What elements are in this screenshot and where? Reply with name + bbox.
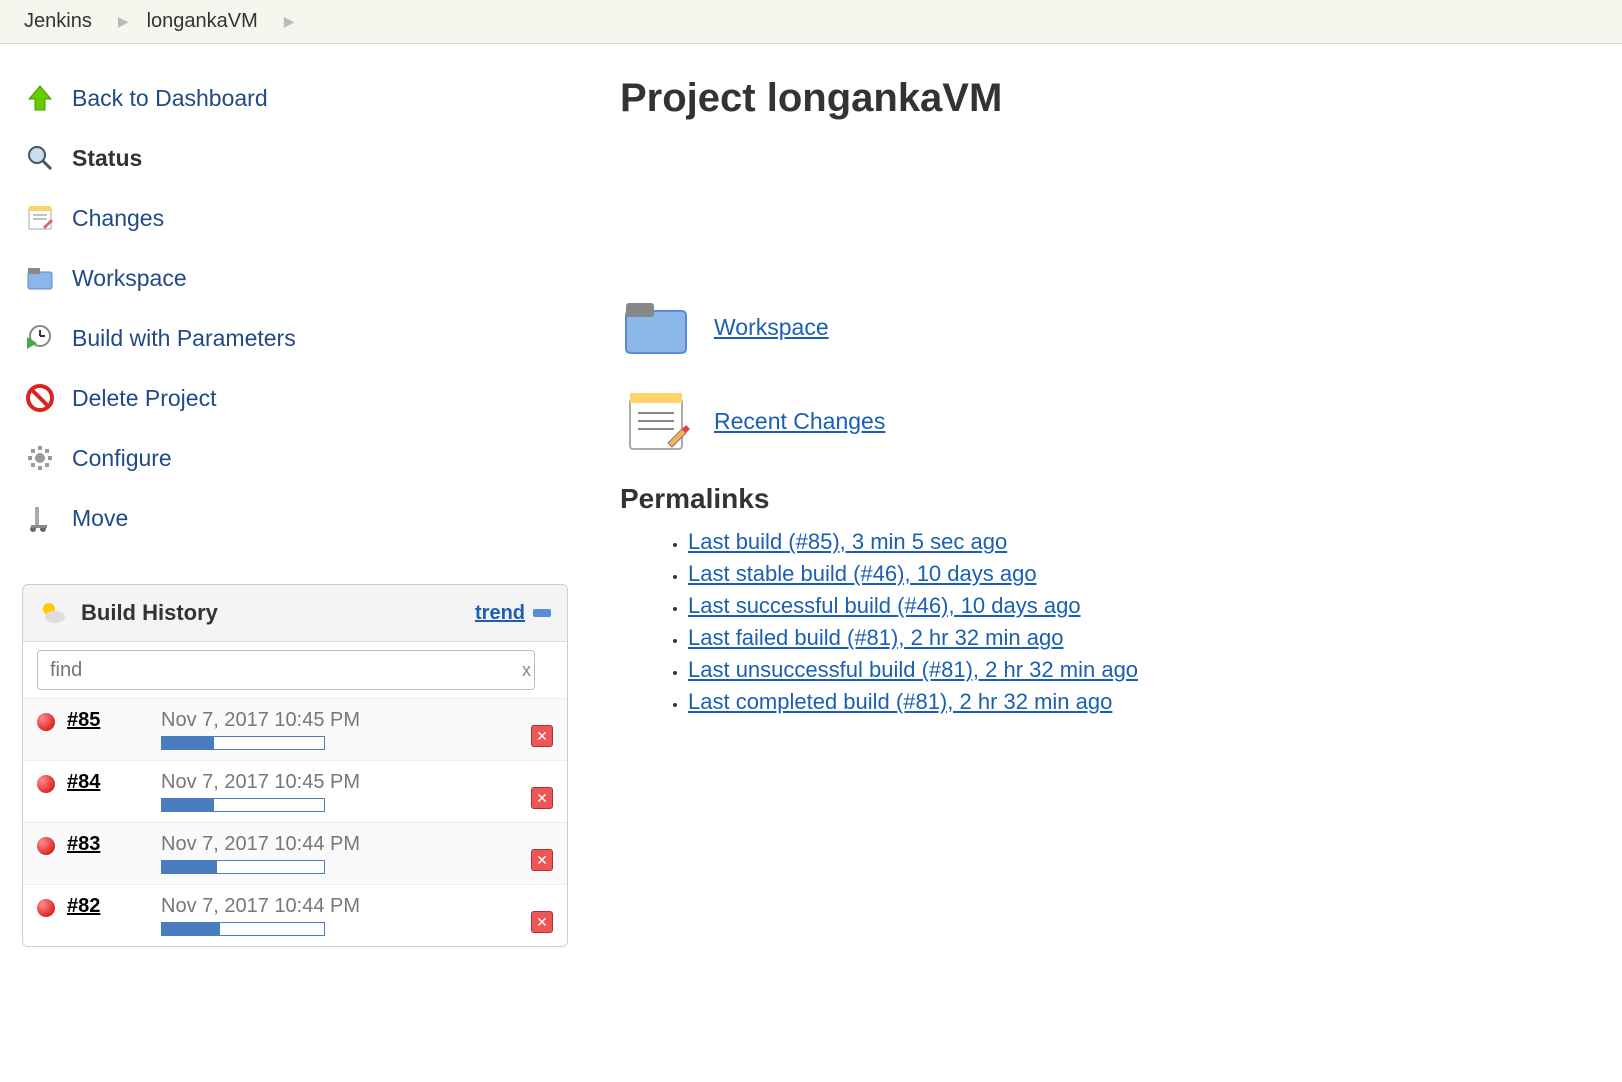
up-arrow-icon xyxy=(22,80,58,116)
build-progress-bar xyxy=(161,860,325,874)
sidebar-item-label[interactable]: Status xyxy=(72,145,142,172)
permalink-link[interactable]: Last completed build (#81), 2 hr 32 min … xyxy=(688,689,1112,714)
status-ball-red-icon xyxy=(37,899,55,917)
magnifier-icon xyxy=(22,140,58,176)
build-timestamp: Nov 7, 2017 10:44 PM xyxy=(161,895,531,918)
build-row: #85 Nov 7, 2017 10:45 PM✕ xyxy=(23,698,567,760)
build-row: #83 Nov 7, 2017 10:44 PM✕ xyxy=(23,822,567,884)
build-number-link[interactable]: #82 xyxy=(67,895,100,917)
cancel-build-button[interactable]: ✕ xyxy=(531,787,553,809)
sidebar-item-label[interactable]: Build with Parameters xyxy=(72,325,296,352)
sidebar-item-back-to-dashboard[interactable]: Back to Dashboard xyxy=(22,68,580,128)
sidebar-item-label[interactable]: Move xyxy=(72,505,128,532)
build-number-link[interactable]: #83 xyxy=(67,833,100,855)
permalink-item: Last unsuccessful build (#81), 2 hr 32 m… xyxy=(688,657,1602,683)
permalink-item: Last build (#85), 3 min 5 sec ago xyxy=(688,529,1602,555)
build-row: #84 Nov 7, 2017 10:45 PM✕ xyxy=(23,760,567,822)
sidebar-item-configure[interactable]: Configure xyxy=(22,428,580,488)
build-row: #82 Nov 7, 2017 10:44 PM✕ xyxy=(23,884,567,946)
sidebar-item-build-with-parameters[interactable]: Build with Parameters xyxy=(22,308,580,368)
permalink-link[interactable]: Last stable build (#46), 10 days ago xyxy=(688,561,1037,586)
permalink-item: Last successful build (#46), 10 days ago xyxy=(688,593,1602,619)
trend-link[interactable]: trend xyxy=(475,602,525,625)
gear-icon xyxy=(22,440,58,476)
build-timestamp: Nov 7, 2017 10:45 PM xyxy=(161,771,531,794)
build-number-link[interactable]: #85 xyxy=(67,709,100,731)
clear-find-icon[interactable]: x xyxy=(522,660,531,681)
permalink-link[interactable]: Last unsuccessful build (#81), 2 hr 32 m… xyxy=(688,657,1138,682)
breadcrumb-root[interactable]: Jenkins xyxy=(24,10,92,33)
sidebar-item-workspace[interactable]: Workspace xyxy=(22,248,580,308)
permalink-item: Last completed build (#81), 2 hr 32 min … xyxy=(688,689,1602,715)
permalink-link[interactable]: Last build (#85), 3 min 5 sec ago xyxy=(688,529,1007,554)
sidebar-item-label[interactable]: Back to Dashboard xyxy=(72,85,268,112)
workspace-link[interactable]: Workspace xyxy=(714,314,829,341)
page-title: Project longankaVM xyxy=(620,76,1602,121)
clock-play-icon xyxy=(22,320,58,356)
chevron-right-icon: ▶ xyxy=(118,13,129,30)
status-ball-red-icon xyxy=(37,713,55,731)
notepad-icon xyxy=(620,385,692,457)
sidebar-item-delete-project[interactable]: Delete Project xyxy=(22,368,580,428)
sidebar-item-label[interactable]: Delete Project xyxy=(72,385,216,412)
build-progress-bar xyxy=(161,798,325,812)
no-entry-icon xyxy=(22,380,58,416)
folder-icon xyxy=(22,260,58,296)
permalink-item: Last failed build (#81), 2 hr 32 min ago xyxy=(688,625,1602,651)
build-timestamp: Nov 7, 2017 10:45 PM xyxy=(161,709,531,732)
folder-icon xyxy=(620,291,692,363)
status-ball-red-icon xyxy=(37,837,55,855)
weather-icon xyxy=(39,599,67,627)
sidebar-item-label[interactable]: Workspace xyxy=(72,265,187,292)
breadcrumb-project[interactable]: longankaVM xyxy=(147,10,258,33)
build-history-find-input[interactable] xyxy=(37,650,535,690)
build-number-link[interactable]: #84 xyxy=(67,771,100,793)
cancel-build-button[interactable]: ✕ xyxy=(531,849,553,871)
cancel-build-button[interactable]: ✕ xyxy=(531,911,553,933)
breadcrumb: Jenkins ▶ longankaVM ▶ xyxy=(0,0,1622,44)
build-progress-bar xyxy=(161,922,325,936)
recent-changes-link[interactable]: Recent Changes xyxy=(714,408,885,435)
sidebar-item-status[interactable]: Status xyxy=(22,128,580,188)
build-timestamp: Nov 7, 2017 10:44 PM xyxy=(161,833,531,856)
permalink-item: Last stable build (#46), 10 days ago xyxy=(688,561,1602,587)
sidebar-item-label[interactable]: Changes xyxy=(72,205,164,232)
chevron-right-icon: ▶ xyxy=(284,13,295,30)
collapse-icon[interactable] xyxy=(533,609,551,617)
permalink-link[interactable]: Last successful build (#46), 10 days ago xyxy=(688,593,1081,618)
sidebar-item-move[interactable]: Move xyxy=(22,488,580,548)
dolly-icon xyxy=(22,500,58,536)
sidebar-item-label[interactable]: Configure xyxy=(72,445,172,472)
build-history-title: Build History xyxy=(81,600,475,626)
build-progress-bar xyxy=(161,736,325,750)
sidebar-item-changes[interactable]: Changes xyxy=(22,188,580,248)
status-ball-red-icon xyxy=(37,775,55,793)
notepad-icon xyxy=(22,200,58,236)
cancel-build-button[interactable]: ✕ xyxy=(531,725,553,747)
build-history-panel: Build History trend x #85 Nov 7, 2017 10:… xyxy=(22,584,568,947)
permalinks-heading: Permalinks xyxy=(620,483,1602,515)
permalink-link[interactable]: Last failed build (#81), 2 hr 32 min ago xyxy=(688,625,1063,650)
